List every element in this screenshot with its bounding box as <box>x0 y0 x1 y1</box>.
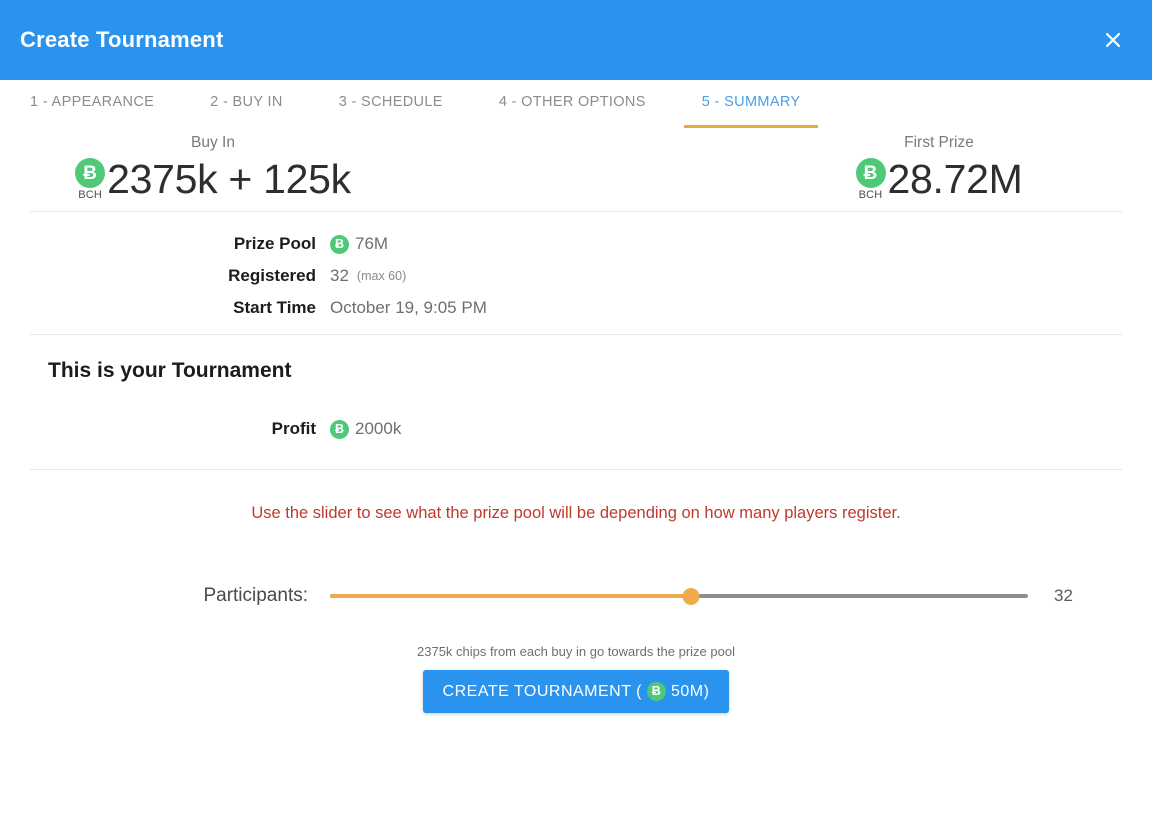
slider-fill <box>330 594 691 598</box>
participants-label: Participants: <box>203 585 308 606</box>
tab-buy-in[interactable]: 2 - BUY IN <box>210 80 283 128</box>
detail-value: Ƀ 76M <box>330 234 388 254</box>
buy-in-label: Buy In <box>191 134 235 151</box>
detail-row-prize-pool: Prize Pool Ƀ 76M <box>0 228 1152 260</box>
buy-in-block: Buy In Ƀ BCH 2375k + 125k <box>0 134 666 201</box>
slider-thumb[interactable] <box>682 587 700 605</box>
close-icon[interactable] <box>1096 23 1130 57</box>
first-prize-block: First Prize Ƀ BCH 28.72M <box>666 134 1152 201</box>
bch-coin-icon: Ƀ <box>330 419 349 439</box>
detail-row-profit: Profit Ƀ 2000k <box>0 413 1152 445</box>
participants-value: 32 <box>1054 586 1073 605</box>
participants-slider-row: Participants: 32 <box>0 523 1152 607</box>
detail-label: Start Time <box>233 298 316 317</box>
modal-header: Create Tournament <box>0 0 1152 80</box>
close-glyph <box>1105 32 1121 48</box>
tab-schedule[interactable]: 3 - SCHEDULE <box>339 80 443 128</box>
bch-coin-icon: Ƀ <box>330 234 349 254</box>
detail-row-start-time: Start Time October 19, 9:05 PM <box>0 292 1152 324</box>
summary-hero: Buy In Ƀ BCH 2375k + 125k First Prize Ƀ … <box>0 128 1152 211</box>
detail-value: October 19, 9:05 PM <box>330 298 487 318</box>
bitcoin-symbol: Ƀ <box>330 419 349 439</box>
cta-prefix-label: CREATE TOURNAMENT ( <box>442 682 642 700</box>
first-prize-amount: 28.72M <box>887 156 1023 202</box>
wizard-tabs: 1 - APPEARANCE 2 - BUY IN 3 - SCHEDULE 4… <box>0 80 1152 128</box>
buy-in-amount: 2375k + 125k <box>107 156 351 202</box>
registered-count: 32 <box>330 266 349 285</box>
chips-footnote: 2375k chips from each buy in go towards … <box>417 644 735 659</box>
bitcoin-symbol: Ƀ <box>647 682 666 701</box>
prize-pool-amount: 76M <box>355 234 389 253</box>
profit-value: Ƀ 2000k <box>330 419 401 439</box>
first-prize-label: First Prize <box>904 134 974 151</box>
detail-label: Registered <box>228 266 316 285</box>
create-tournament-button[interactable]: CREATE TOURNAMENT ( Ƀ 50M) <box>422 670 730 713</box>
buy-in-value: Ƀ BCH 2375k + 125k <box>75 158 351 201</box>
cta-amount-label: 50M) <box>671 682 710 700</box>
bch-coin-icon: Ƀ <box>647 682 666 701</box>
bitcoin-symbol: Ƀ <box>75 158 106 188</box>
cta-wrapper: CREATE TOURNAMENT ( Ƀ 50M) <box>0 659 1152 713</box>
bitcoin-symbol: Ƀ <box>330 234 349 254</box>
tab-appearance[interactable]: 1 - APPEARANCE <box>30 80 154 128</box>
profit-label: Profit <box>271 419 316 438</box>
detail-value: 32 (max 60) <box>330 266 406 286</box>
registered-max: (max 60) <box>356 269 407 283</box>
first-prize-value: Ƀ BCH 28.72M <box>855 156 1023 202</box>
page-title: Create Tournament <box>20 27 224 52</box>
slider-notice: Use the slider to see what the prize poo… <box>251 504 901 522</box>
detail-label: Prize Pool <box>233 234 316 253</box>
profit-section: Profit Ƀ 2000k <box>0 383 1152 469</box>
tournament-details: Prize Pool Ƀ 76M Registered 32 (max 60) … <box>0 212 1152 334</box>
tab-other-options[interactable]: 4 - OTHER OPTIONS <box>499 80 646 128</box>
your-tournament-heading: This is your Tournament <box>48 359 292 382</box>
bch-coin-icon: Ƀ BCH <box>75 158 106 201</box>
bch-ticker-label: BCH <box>78 189 103 201</box>
bitcoin-symbol: Ƀ <box>855 158 886 188</box>
tab-summary[interactable]: 5 - SUMMARY <box>683 80 819 128</box>
profit-amount: 2000k <box>355 419 402 438</box>
participants-slider[interactable] <box>330 587 1028 605</box>
create-tournament-modal: Create Tournament 1 - APPEARANCE 2 - BUY… <box>0 0 1152 821</box>
bch-coin-icon: Ƀ BCH <box>855 158 886 201</box>
detail-row-registered: Registered 32 (max 60) <box>0 260 1152 292</box>
bch-ticker-label: BCH <box>858 189 883 201</box>
start-time-value: October 19, 9:05 PM <box>330 298 487 317</box>
